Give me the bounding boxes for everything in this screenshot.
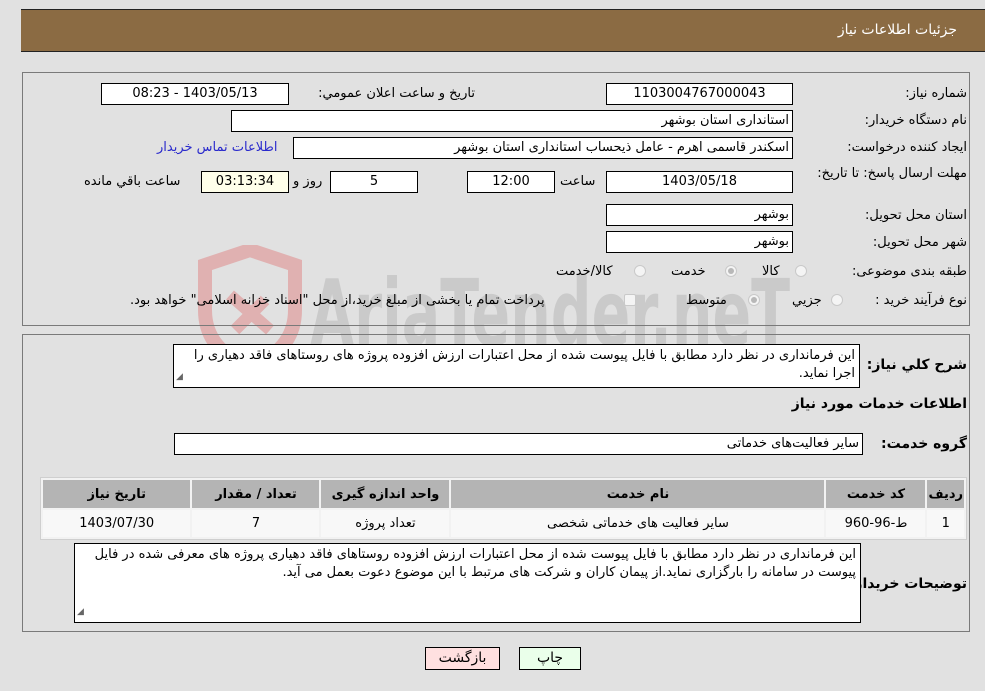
page-title: جزئیات اطلاعات نیاز (837, 22, 957, 38)
deadline-time-field[interactable]: 12:00 (467, 171, 555, 193)
buyer-notes-textarea[interactable]: این فرمانداری در نظر دارد مطابق با فایل … (74, 543, 861, 623)
table-row: 1 ط-96-960 سایر فعالیت های خدماتی شخصی ت… (43, 510, 964, 537)
creator-field[interactable]: اسکندر قاسمی اهرم - عامل ذیحساب استاندار… (293, 137, 793, 159)
province-field[interactable]: بوشهر (606, 204, 793, 226)
services-section-title: اطلاعات خدمات مورد نیاز (791, 396, 967, 412)
summary-text: این فرمانداری در نظر دارد مطابق با فایل … (193, 348, 855, 381)
days-label: روز و (293, 174, 323, 189)
process-option-minor: جزيي (792, 293, 822, 308)
col-header-need-date: تاریخ نیاز (43, 480, 191, 508)
cell-quantity: 7 (192, 510, 320, 537)
need-number-label: شماره نیاز: (905, 86, 967, 101)
deadline-date-field[interactable]: 1403/05/18 (606, 171, 793, 193)
summary-label: شرح کلي نیاز: (866, 357, 967, 373)
col-header-service-name: نام خدمت (451, 480, 825, 508)
service-group-label: گروه خدمت: (881, 436, 967, 452)
buyer-org-label: نام دستگاه خریدار: (864, 113, 967, 128)
treasury-checkbox-label: پرداخت تمام یا بخشی از مبلغ خرید،از محل … (130, 293, 545, 308)
process-radio-minor[interactable] (831, 294, 843, 306)
deadline-label: مهلت ارسال پاسخ: تا تاریخ: (817, 166, 967, 181)
col-header-quantity: تعداد / مقدار (192, 480, 320, 508)
category-option-service: خدمت (671, 264, 706, 279)
cell-row-number: 1 (927, 510, 964, 537)
announce-label: تاریخ و ساعت اعلان عمومي: (318, 86, 475, 101)
service-group-field[interactable]: سایر فعالیت‌های خدماتی (174, 433, 863, 455)
print-button[interactable]: چاپ (519, 647, 581, 670)
resize-grip-icon[interactable]: ◢ (176, 368, 183, 386)
process-radio-medium[interactable] (748, 294, 760, 306)
buyer-notes-label: توضیحات خریدار: (848, 576, 967, 592)
category-radio-goods[interactable] (795, 265, 807, 277)
buyer-notes-text: این فرمانداری در نظر دارد مطابق با فایل … (94, 547, 856, 580)
category-radio-goods-service[interactable] (634, 265, 646, 277)
page-header: جزئیات اطلاعات نیاز (21, 9, 985, 52)
treasury-checkbox[interactable] (624, 294, 636, 306)
services-table: ردیف کد خدمت نام خدمت واحد اندازه گیری ت… (40, 477, 967, 540)
resize-grip-icon[interactable]: ◢ (77, 603, 84, 621)
cell-unit: تعداد پروژه (321, 510, 450, 537)
deadline-time-label: ساعت (560, 174, 596, 189)
col-header-unit: واحد اندازه گیری (321, 480, 450, 508)
process-option-medium: متوسط (686, 293, 727, 308)
days-remaining-field[interactable]: 5 (330, 171, 418, 193)
category-radio-service[interactable] (725, 265, 737, 277)
buyer-org-field[interactable]: استانداری استان بوشهر (231, 110, 793, 132)
cell-need-date: 1403/07/30 (43, 510, 191, 537)
remaining-time-field[interactable]: 03:13:34 (201, 171, 289, 193)
summary-textarea[interactable]: این فرمانداری در نظر دارد مطابق با فایل … (173, 344, 860, 388)
city-label: شهر محل تحویل: (872, 235, 967, 250)
cell-service-name: سایر فعالیت های خدماتی شخصی (451, 510, 825, 537)
col-header-service-code: کد خدمت (826, 480, 926, 508)
cell-service-code: ط-96-960 (826, 510, 926, 537)
category-option-goods-service: کالا/خدمت (556, 264, 613, 279)
announce-datetime-field[interactable]: 1403/05/13 - 08:23 (101, 83, 289, 105)
process-label: نوع فرآیند خرید : (875, 293, 967, 308)
need-number-field[interactable]: 1103004767000043 (606, 83, 793, 105)
category-option-goods: کالا (762, 264, 780, 279)
buyer-contact-link[interactable]: اطلاعات تماس خریدار (157, 140, 277, 155)
remaining-time-label: ساعت باقي مانده (84, 174, 181, 189)
col-header-row-number: ردیف (927, 480, 964, 508)
table-header-row: ردیف کد خدمت نام خدمت واحد اندازه گیری ت… (43, 480, 964, 508)
city-field[interactable]: بوشهر (606, 231, 793, 253)
creator-label: ایجاد کننده درخواست: (847, 140, 967, 155)
province-label: استان محل تحویل: (865, 208, 967, 223)
back-button[interactable]: بازگشت (425, 647, 500, 670)
category-label: طبقه بندی موضوعی: (851, 264, 967, 279)
